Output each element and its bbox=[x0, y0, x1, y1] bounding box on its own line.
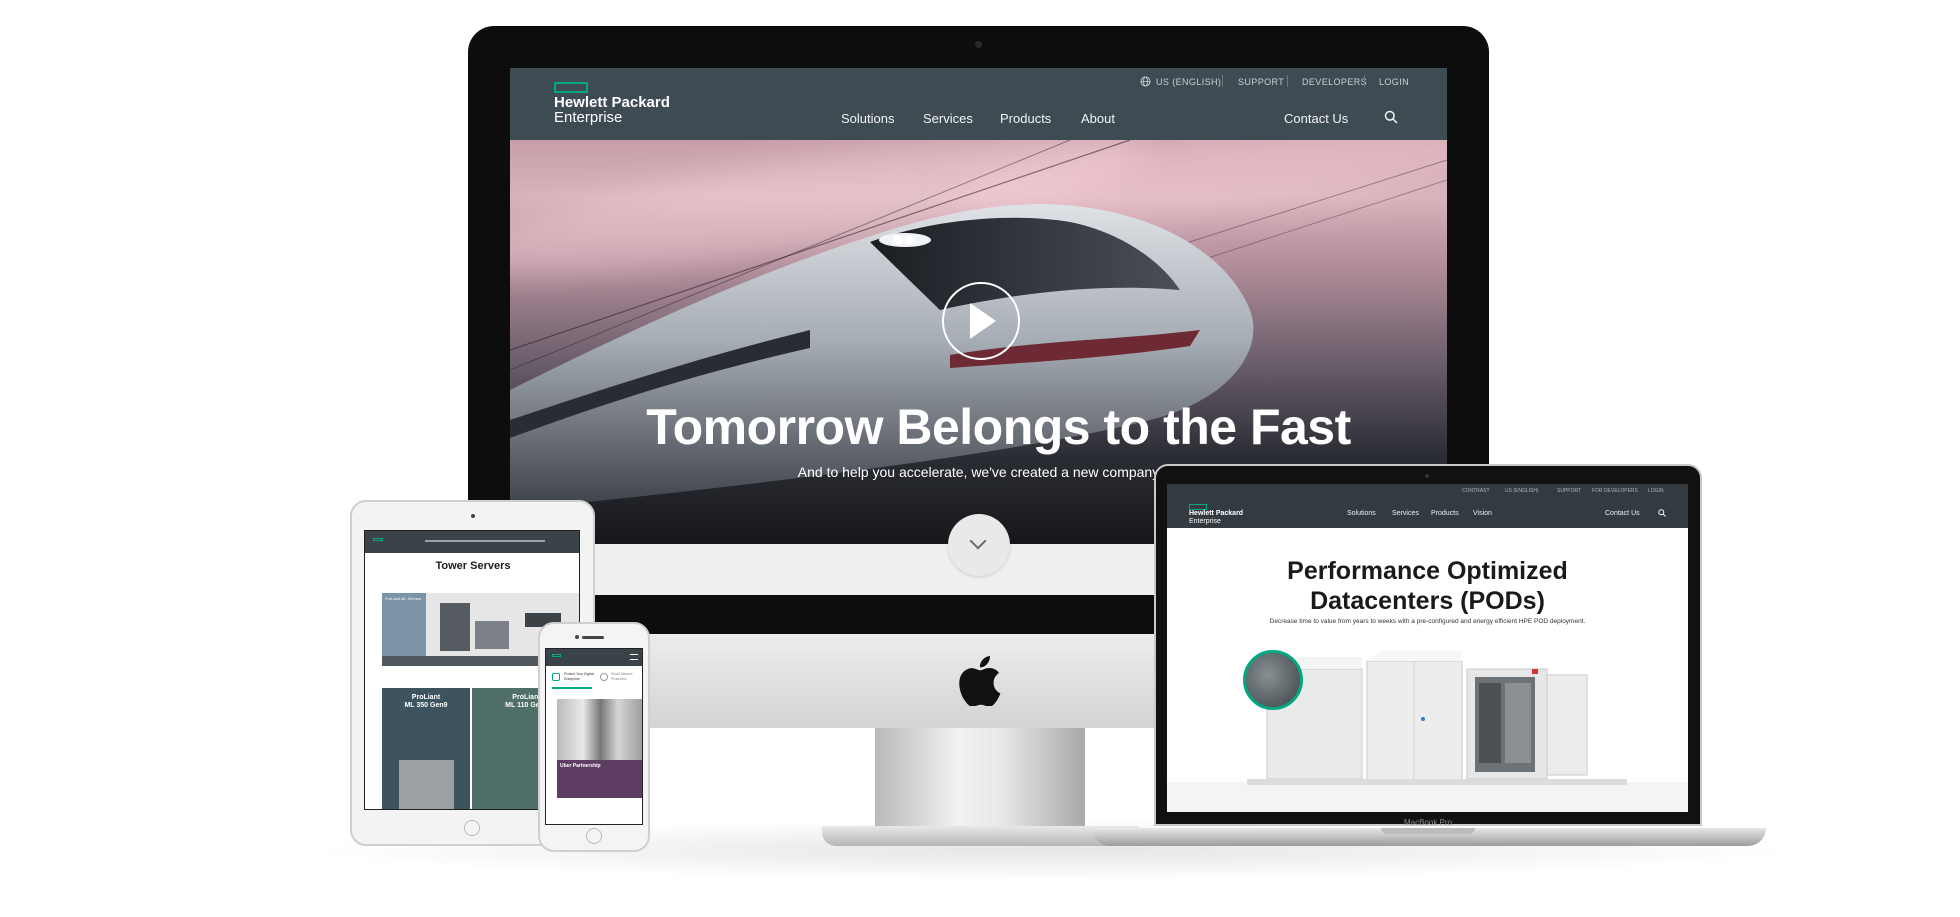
macbook-notch bbox=[1381, 828, 1475, 834]
ipad-home-button bbox=[464, 820, 480, 836]
card-title-line2: ML 350 Gen9 bbox=[404, 702, 448, 709]
contact-us-link[interactable]: Contact Us bbox=[1284, 111, 1348, 126]
apple-logo-icon bbox=[959, 656, 1001, 706]
divider bbox=[1222, 75, 1223, 87]
nav-products[interactable]: Products bbox=[1000, 111, 1051, 126]
server-image bbox=[440, 603, 470, 651]
developers-link[interactable]: DEVELOPERS bbox=[1302, 77, 1367, 87]
site-header: Hewlett Packard Enterprise US (ENGLISH) … bbox=[510, 68, 1447, 140]
iphone-home-button bbox=[586, 828, 602, 844]
nav-services[interactable]: Services bbox=[923, 111, 973, 126]
imac-camera bbox=[975, 41, 982, 48]
login-link[interactable]: LOGIN bbox=[1379, 77, 1409, 87]
banner-label: ProLiant ML Servers bbox=[385, 596, 422, 601]
developers-link[interactable]: FOR DEVELOPERS bbox=[1592, 488, 1638, 494]
product-card[interactable]: ProLiant ML 350 Gen9 bbox=[382, 688, 470, 809]
nav-products[interactable]: Products bbox=[1431, 510, 1459, 517]
globe-icon bbox=[1140, 76, 1151, 87]
server-image bbox=[398, 760, 454, 809]
circle-icon bbox=[600, 673, 608, 681]
page-subtitle: Decrease time to value from years to wee… bbox=[1269, 618, 1586, 625]
intro-text bbox=[405, 575, 541, 579]
imac-stand-base bbox=[822, 826, 1138, 846]
utility-bar: CONTRAST US (ENGLISH) SUPPORT FOR DEVELO… bbox=[1167, 484, 1688, 498]
iphone-screen: Protect Your Digital Enterprise Small Mi… bbox=[545, 648, 643, 825]
pod-container-image bbox=[1247, 651, 1627, 785]
login-link[interactable]: LOGIN bbox=[1648, 488, 1664, 494]
iphone-camera bbox=[575, 635, 579, 639]
carousel-item-2[interactable]: Small Midsize Protection bbox=[611, 672, 642, 681]
story-photo bbox=[557, 699, 642, 760]
nav-solutions[interactable]: Solutions bbox=[841, 111, 894, 126]
server-image bbox=[475, 621, 509, 649]
region-selector[interactable]: US (ENGLISH) bbox=[1156, 77, 1221, 87]
logo-line1: Hewlett Packard bbox=[1189, 510, 1244, 517]
logo-line2: Enterprise bbox=[554, 109, 623, 126]
divider bbox=[1364, 75, 1365, 87]
shield-icon bbox=[552, 673, 560, 681]
carousel-item-1[interactable]: Protect Your Digital Enterprise bbox=[564, 672, 598, 681]
region-selector[interactable]: US (ENGLISH) bbox=[1505, 488, 1539, 494]
support-link[interactable]: SUPPORT bbox=[1238, 77, 1284, 87]
nav-solutions[interactable]: Solutions bbox=[1347, 510, 1376, 517]
banner-panel: ProLiant ML Servers bbox=[382, 593, 426, 656]
nav-services[interactable]: Services bbox=[1392, 510, 1419, 517]
page-title: Tower Servers bbox=[435, 560, 511, 572]
play-icon bbox=[970, 303, 996, 339]
menu-icon[interactable] bbox=[630, 654, 638, 660]
logo-line1: Hewlett Packard bbox=[554, 94, 670, 111]
title-line1: Performance Optimized bbox=[1287, 557, 1568, 585]
hpe-logo[interactable]: Hewlett Packard Enterprise bbox=[1189, 504, 1243, 525]
device-label: MacBook Pro bbox=[1403, 818, 1453, 827]
hpe-logo-mark bbox=[554, 82, 588, 93]
logo-line2: Enterprise bbox=[1189, 518, 1221, 525]
hero-title: Tomorrow Belongs to the Fast bbox=[646, 399, 1351, 455]
story-title: Uber Partnership bbox=[560, 763, 601, 769]
support-link[interactable]: SUPPORT bbox=[1557, 488, 1581, 494]
hpe-logo-mark bbox=[373, 538, 383, 541]
nav-about[interactable]: About bbox=[1081, 111, 1115, 126]
macbook-camera bbox=[1425, 474, 1429, 478]
title-line2: Datacenters (PODs) bbox=[1310, 587, 1545, 615]
page-title: Performance Optimized Datacenters (PODs) bbox=[1167, 556, 1688, 616]
imac-stand-neck bbox=[875, 728, 1085, 826]
nav-links bbox=[425, 540, 545, 542]
site-header bbox=[365, 531, 579, 553]
contact-us-link[interactable]: Contact Us bbox=[1605, 510, 1640, 517]
iphone-speaker bbox=[582, 636, 604, 639]
hpe-logo-mark bbox=[552, 654, 561, 657]
nav-vision[interactable]: Vision bbox=[1473, 510, 1492, 517]
ipad-camera bbox=[471, 514, 475, 518]
contrast-toggle[interactable]: CONTRAST bbox=[1462, 488, 1490, 494]
active-indicator bbox=[552, 687, 592, 689]
divider bbox=[1287, 75, 1288, 87]
card-title-line1: ProLiant bbox=[411, 694, 441, 701]
hpe-logo[interactable]: Hewlett Packard Enterprise bbox=[554, 82, 670, 125]
device-mockup-stage: Hewlett Packard Enterprise US (ENGLISH) … bbox=[0, 0, 1960, 917]
search-icon[interactable] bbox=[1658, 509, 1666, 517]
macbook-screen: CONTRAST US (ENGLISH) SUPPORT FOR DEVELO… bbox=[1167, 484, 1688, 812]
search-icon[interactable] bbox=[1384, 110, 1398, 124]
server-room-thumbnail bbox=[1243, 650, 1303, 710]
story-card[interactable]: Uber Partnership bbox=[557, 760, 642, 798]
site-header: Hewlett Packard Enterprise Solutions Ser… bbox=[1167, 498, 1688, 528]
site-header bbox=[546, 649, 642, 666]
